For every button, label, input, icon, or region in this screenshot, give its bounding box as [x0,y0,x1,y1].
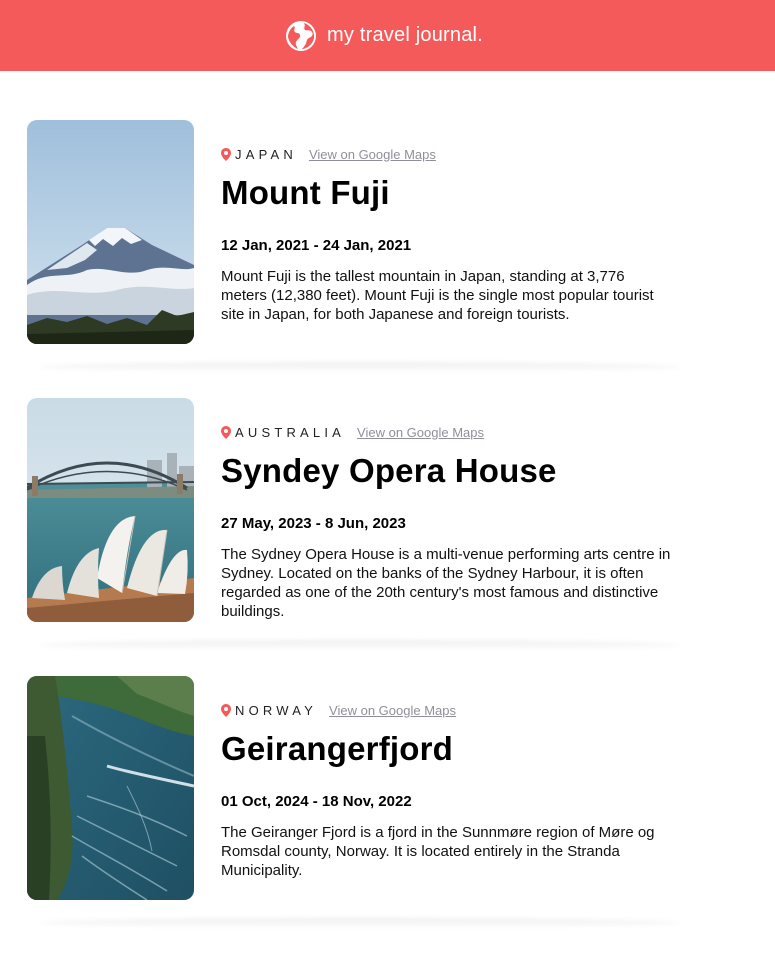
google-maps-link[interactable]: View on Google Maps [309,147,436,162]
trip-dates: 12 Jan, 2021 - 24 Jan, 2021 [221,237,412,254]
journal-entry: NORWAY View on Google Maps Geirangerfjor… [0,676,775,928]
place-title: Syndey Opera House [221,452,557,489]
place-description: The Sydney Opera House is a multi-venue … [221,546,671,620]
trip-dates: 01 Oct, 2024 - 18 Nov, 2022 [221,793,412,810]
entry-divider [40,918,680,928]
location-row: AUSTRALIA View on Google Maps [221,424,671,440]
location-pin-icon [221,147,231,161]
location-row: NORWAY View on Google Maps [221,702,671,718]
journal-entry: AUSTRALIA View on Google Maps Syndey Ope… [0,398,775,650]
location-pin-icon [221,703,231,717]
place-description: Mount Fuji is the tallest mountain in Ja… [221,268,654,323]
entry-info: AUSTRALIA View on Google Maps Syndey Ope… [221,398,671,621]
app-header: my travel journal. [0,0,775,71]
geirangerfjord-photo [27,676,194,900]
sydney-opera-house-photo [27,398,194,622]
country-label: NORWAY [235,702,318,718]
entry-info: JAPAN View on Google Maps Mount Fuji 12 … [221,120,671,324]
globe-icon [286,20,317,51]
place-description: The Geiranger Fjord is a fjord in the Su… [221,824,655,879]
entry-divider [40,640,680,650]
place-title: Geirangerfjord [221,730,454,767]
brand: my travel journal. [285,20,483,52]
location-row: JAPAN View on Google Maps [221,146,671,162]
google-maps-link[interactable]: View on Google Maps [357,425,484,440]
entry-divider [40,362,680,372]
app-title: my travel journal. [327,24,483,46]
mount-fuji-photo [27,120,194,344]
country-label: AUSTRALIA [235,424,346,440]
trip-dates: 27 May, 2023 - 8 Jun, 2023 [221,515,406,532]
location-pin-icon [221,425,231,439]
entry-info: NORWAY View on Google Maps Geirangerfjor… [221,676,671,880]
place-title: Mount Fuji [221,174,390,211]
country-label: JAPAN [235,146,297,162]
journal-entry: JAPAN View on Google Maps Mount Fuji 12 … [0,120,775,372]
google-maps-link[interactable]: View on Google Maps [329,703,456,718]
